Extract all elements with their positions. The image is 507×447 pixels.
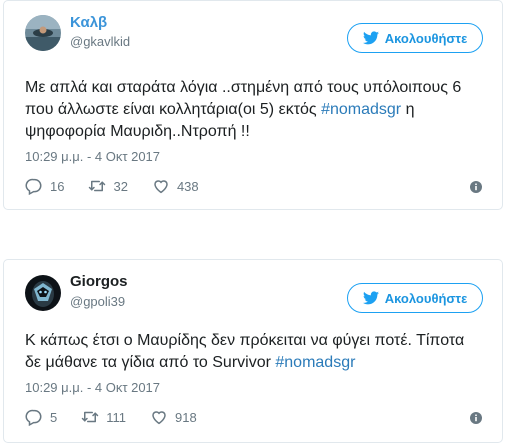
retweet-icon	[89, 180, 106, 192]
avatar[interactable]	[25, 275, 61, 311]
follow-label: Ακολουθήστε	[384, 30, 468, 46]
reply-action[interactable]: 16	[25, 177, 64, 195]
follow-button[interactable]: Ακολουθήστε	[347, 283, 483, 313]
tweet-text: Με απλά και σταράτα λόγια ..στημένη από …	[25, 79, 462, 140]
display-name[interactable]: Καλβ	[70, 14, 107, 32]
like-count: 918	[175, 409, 197, 425]
display-name[interactable]: Giorgos	[70, 273, 128, 291]
follow-button[interactable]: Ακολουθήστε	[347, 23, 483, 53]
retweet-action[interactable]: 32	[88, 177, 128, 195]
user-handle[interactable]: @gkavlkid	[70, 34, 130, 50]
hashtag-link[interactable]: #nomadsgr	[275, 354, 355, 371]
tweet-card: Καλβ @gkavlkid Ακολουθήστε Με απλά και σ…	[3, 0, 503, 210]
retweet-icon	[81, 411, 99, 423]
retweet-count: 32	[113, 178, 128, 194]
info-icon[interactable]	[470, 412, 482, 424]
speech-bubble-icon	[25, 409, 42, 426]
reply-action[interactable]: 5	[25, 408, 57, 426]
tweet-text: Κ κάπως έτσι ο Μαυρίδης δεν πρόκειται να…	[25, 332, 465, 371]
info-icon[interactable]	[470, 181, 482, 193]
follow-label: Ακολουθήστε	[384, 290, 468, 306]
timestamp[interactable]: 10:29 μ.μ. - 4 Οκτ 2017	[25, 149, 160, 165]
reply-count: 16	[50, 178, 65, 194]
twitter-bird-icon	[362, 31, 379, 45]
retweet-action[interactable]: 111	[81, 408, 126, 426]
hashtag-link[interactable]: #nomadsgr	[321, 101, 401, 118]
speech-bubble-icon	[25, 178, 42, 195]
tweet-card: Giorgos @gpoli39 Ακολουθήστε Κ κάπως έτσ…	[3, 259, 503, 443]
tweet-actions: 16 32 438	[25, 177, 223, 195]
reply-count: 5	[50, 409, 58, 425]
twitter-bird-icon	[362, 291, 379, 305]
retweet-count: 111	[106, 409, 126, 425]
user-handle[interactable]: @gpoli39	[70, 294, 125, 310]
timestamp[interactable]: 10:29 μ.μ. - 4 Οκτ 2017	[25, 380, 160, 396]
avatar[interactable]	[25, 15, 61, 51]
heart-icon	[154, 180, 168, 194]
tweet-actions: 5 111 918	[25, 408, 221, 426]
like-action[interactable]: 918	[150, 408, 197, 426]
like-action[interactable]: 438	[152, 177, 199, 195]
heart-icon	[152, 411, 166, 425]
like-count: 438	[176, 178, 199, 194]
